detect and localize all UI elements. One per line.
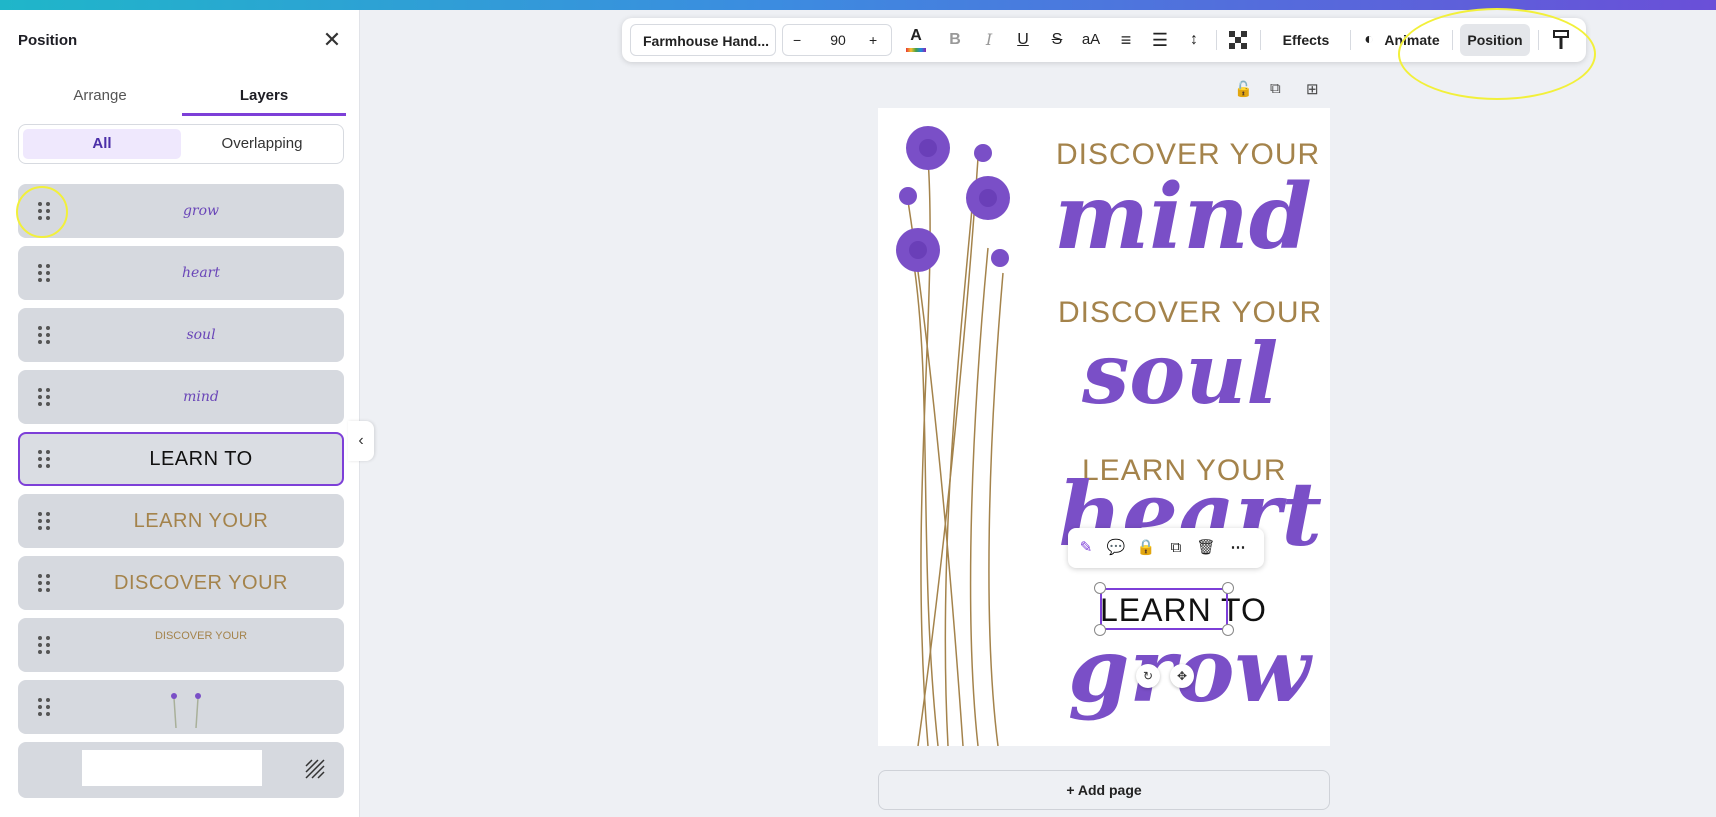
resize-handle[interactable]	[1222, 582, 1234, 594]
layer-label: heart	[182, 265, 220, 281]
layer-label: DISCOVER YOUR	[154, 630, 248, 642]
effects-button[interactable]: Effects	[1268, 24, 1344, 56]
element-context-menu: ✎ 💬 🔒 ⧉ 🗑 ⋯	[1068, 528, 1264, 568]
increase-size-button[interactable]: +	[869, 25, 877, 55]
font-size-value[interactable]: 90	[823, 25, 853, 55]
resize-handle[interactable]	[1094, 624, 1106, 636]
bold-icon[interactable]: B	[942, 24, 968, 56]
layer-item-flowers[interactable]	[18, 680, 344, 734]
top-gradient-bar	[0, 0, 1716, 10]
toolbar-divider	[1216, 30, 1217, 50]
move-icon[interactable]: ✥	[1170, 664, 1194, 688]
tab-arrange[interactable]: Arrange	[18, 76, 182, 116]
panel-tabs: Arrange Layers	[18, 76, 346, 118]
layer-label: grow	[182, 203, 220, 219]
resize-handle[interactable]	[1094, 582, 1106, 594]
delete-icon[interactable]: 🗑	[1194, 536, 1218, 560]
comment-icon[interactable]: 💬	[1104, 536, 1128, 560]
list-icon[interactable]: ☰	[1146, 24, 1174, 56]
highlight-ellipse	[1398, 8, 1596, 100]
underline-icon[interactable]: U	[1010, 24, 1036, 56]
layer-item-discover-your[interactable]: DISCOVER YOUR	[18, 556, 344, 610]
transparency-icon[interactable]	[1224, 24, 1252, 56]
decrease-size-button[interactable]: −	[793, 25, 801, 55]
background-thumbnail	[82, 750, 262, 786]
layer-item-soul[interactable]: soul	[18, 308, 344, 362]
highlight-circle	[16, 186, 68, 238]
layer-label: soul	[186, 327, 216, 343]
drag-handle-icon[interactable]	[38, 698, 52, 716]
design-canvas[interactable]: DISCOVER YOUR mind DISCOVER YOUR soul LE…	[878, 108, 1330, 746]
toolbar-divider	[1260, 30, 1261, 50]
letter-case-icon[interactable]: aA	[1076, 24, 1106, 56]
more-icon[interactable]: ⋯	[1226, 536, 1250, 560]
toolbar-divider	[1350, 30, 1351, 50]
layer-label: mind	[183, 389, 219, 405]
rotate-icon[interactable]: ↻	[1136, 664, 1160, 688]
drag-handle-icon[interactable]	[38, 512, 52, 530]
close-icon[interactable]: ✕	[320, 28, 344, 52]
italic-icon[interactable]: I	[976, 24, 1002, 56]
plus-icon: +	[1066, 782, 1075, 798]
drag-handle-icon[interactable]	[38, 636, 52, 654]
lock-page-icon[interactable]: 🔓	[1234, 80, 1253, 100]
font-size-control: − 90 +	[782, 24, 892, 56]
position-panel: Position ✕ Arrange Layers All Overlappin…	[0, 10, 360, 817]
layer-item-background[interactable]	[18, 742, 344, 798]
selection-box[interactable]	[1100, 588, 1228, 630]
layer-item-heart[interactable]: heart	[18, 246, 344, 300]
canvas-word-soul[interactable]: soul	[1082, 324, 1278, 423]
magic-edit-icon[interactable]: ✎	[1074, 536, 1098, 560]
filter-all[interactable]: All	[23, 129, 181, 159]
text-color-icon[interactable]: A	[902, 24, 930, 56]
drag-handle-icon[interactable]	[38, 450, 52, 468]
drag-handle-icon[interactable]	[38, 264, 52, 282]
daffodil-illustration	[896, 126, 1010, 746]
flowers-thumbnail-icon	[171, 693, 201, 728]
layer-item-discover-your-small[interactable]: DISCOVER YOUR	[18, 618, 344, 672]
animate-icon: ◐	[1364, 31, 1374, 48]
duplicate-page-icon[interactable]: ⧉	[1270, 80, 1281, 100]
add-page-icon[interactable]: ⊞	[1306, 80, 1319, 100]
strikethrough-icon[interactable]: S	[1044, 24, 1070, 56]
layer-label: DISCOVER YOUR	[114, 572, 288, 594]
spacing-icon[interactable]: ↕	[1180, 24, 1208, 56]
add-page-label: Add page	[1077, 782, 1142, 798]
layer-item-learn-to[interactable]: LEARN TO	[18, 432, 344, 486]
drag-handle-icon[interactable]	[38, 574, 52, 592]
panel-title: Position	[18, 32, 78, 49]
filter-overlapping[interactable]: Overlapping	[183, 129, 341, 159]
duplicate-icon[interactable]: ⧉	[1164, 536, 1188, 560]
resize-handle[interactable]	[1222, 624, 1234, 636]
font-family-select[interactable]: Farmhouse Hand...	[630, 24, 776, 56]
add-page-button[interactable]: + Add page	[878, 770, 1330, 810]
layer-item-mind[interactable]: mind	[18, 370, 344, 424]
layer-filter: All Overlapping	[18, 124, 344, 164]
layer-item-learn-your[interactable]: LEARN YOUR	[18, 494, 344, 548]
drag-handle-icon[interactable]	[38, 326, 52, 344]
chevron-left-icon: ‹	[358, 432, 364, 449]
tab-layers[interactable]: Layers	[182, 76, 346, 116]
collapse-panel-button[interactable]: ‹	[348, 421, 374, 461]
transparency-icon	[305, 759, 325, 779]
layer-label: LEARN TO	[149, 448, 253, 470]
align-center-icon[interactable]: ≡	[1112, 24, 1140, 56]
drag-handle-icon[interactable]	[38, 388, 52, 406]
layer-label: LEARN YOUR	[133, 510, 269, 532]
lock-icon[interactable]: 🔒	[1134, 536, 1158, 560]
canvas-word-mind[interactable]: mind	[1054, 164, 1312, 270]
